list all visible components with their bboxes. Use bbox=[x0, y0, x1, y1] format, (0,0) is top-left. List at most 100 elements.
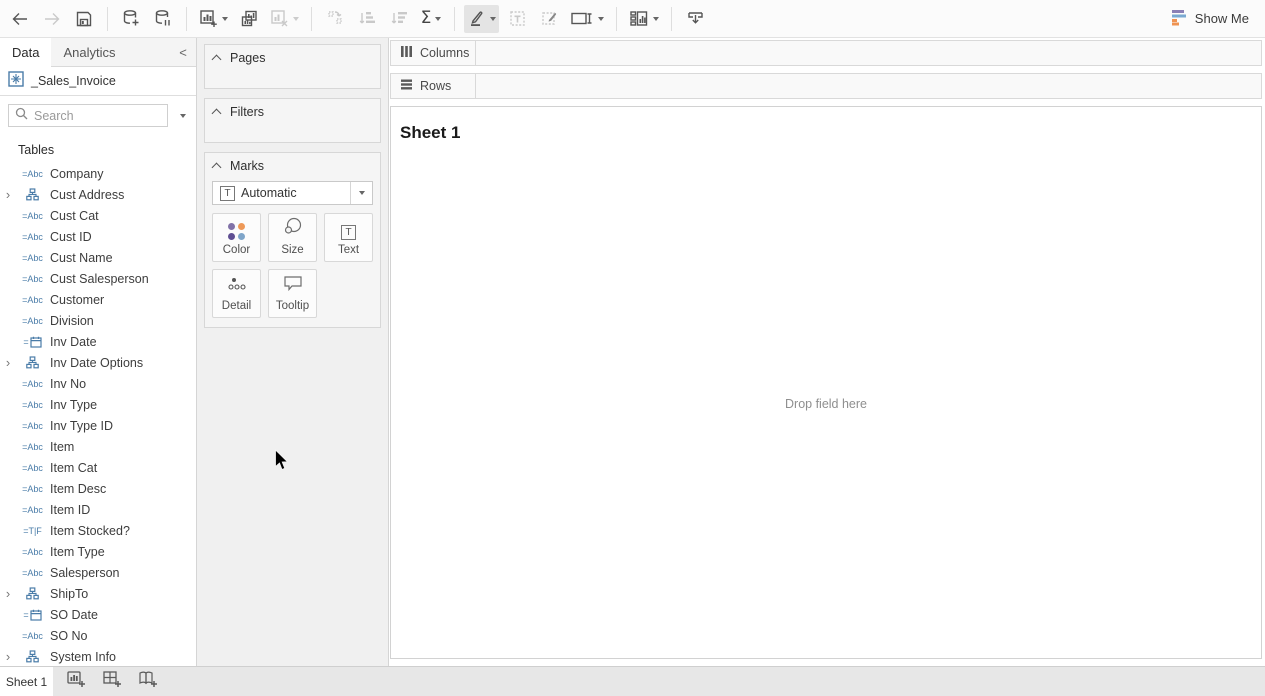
collapse-arrow-icon[interactable] bbox=[213, 108, 222, 117]
tab-analytics[interactable]: Analytics bbox=[51, 38, 170, 67]
show-mark-labels-button[interactable] bbox=[503, 5, 531, 33]
redo-button[interactable] bbox=[38, 5, 66, 33]
search-row bbox=[0, 96, 196, 131]
fix-axes-button[interactable] bbox=[535, 5, 563, 33]
sheet-canvas[interactable]: Sheet 1 Drop field here bbox=[390, 106, 1262, 659]
field-inv-date-options[interactable]: ›Inv Date Options bbox=[0, 352, 196, 373]
field-item-id[interactable]: =AbcItem ID bbox=[0, 499, 196, 520]
pause-auto-updates-button[interactable] bbox=[149, 5, 177, 33]
search-input[interactable] bbox=[34, 109, 144, 123]
field-inv-type[interactable]: =AbcInv Type bbox=[0, 394, 196, 415]
abc-field-icon: =Abc bbox=[16, 421, 49, 431]
sheet-title: Sheet 1 bbox=[391, 107, 1261, 143]
new-worksheet-button[interactable] bbox=[196, 5, 231, 33]
new-worksheet-tab-button[interactable] bbox=[61, 667, 91, 696]
field-item[interactable]: =AbcItem bbox=[0, 436, 196, 457]
show-hide-cards-button[interactable] bbox=[626, 5, 662, 33]
new-story-button[interactable] bbox=[133, 667, 163, 696]
totals-button[interactable]: Σ bbox=[417, 5, 445, 33]
expand-chevron-icon[interactable]: › bbox=[0, 650, 16, 663]
field-inv-type-id[interactable]: =AbcInv Type ID bbox=[0, 415, 196, 436]
mark-type-dropdown[interactable]: T Automatic bbox=[212, 181, 373, 205]
abc-field-icon: =Abc bbox=[16, 274, 49, 284]
detail-button[interactable]: Detail bbox=[212, 269, 261, 318]
field-item-type[interactable]: =AbcItem Type bbox=[0, 541, 196, 562]
swap-rows-columns-button[interactable] bbox=[321, 5, 349, 33]
abc-field-icon: =Abc bbox=[16, 484, 49, 494]
sort-ascending-button[interactable] bbox=[353, 5, 381, 33]
search-box[interactable] bbox=[8, 104, 168, 127]
field-division[interactable]: =AbcDivision bbox=[0, 310, 196, 331]
expand-chevron-icon[interactable]: › bbox=[0, 587, 16, 600]
field-inv-no[interactable]: =AbcInv No bbox=[0, 373, 196, 394]
abc-field-icon: =Abc bbox=[16, 463, 49, 473]
datasource-name: _Sales_Invoice bbox=[31, 74, 116, 88]
detail-button-label: Detail bbox=[222, 300, 251, 312]
field-cust-cat[interactable]: =AbcCust Cat bbox=[0, 205, 196, 226]
fix-axes-icon bbox=[540, 9, 559, 28]
search-icon bbox=[15, 107, 28, 125]
toolbar-separator bbox=[616, 7, 617, 31]
size-button[interactable]: Size bbox=[268, 213, 317, 262]
mark-type-value: Automatic bbox=[241, 186, 297, 200]
fields-list: =AbcCompany›Cust Address=AbcCust Cat=Abc… bbox=[0, 163, 196, 666]
collapse-arrow-icon[interactable] bbox=[213, 162, 222, 171]
expand-chevron-icon[interactable]: › bbox=[0, 356, 16, 369]
new-data-source-button[interactable] bbox=[117, 5, 145, 33]
sort-descending-button[interactable] bbox=[385, 5, 413, 33]
clear-sheet-button[interactable] bbox=[267, 5, 302, 33]
sheet-tab-sheet1[interactable]: Sheet 1 bbox=[0, 667, 53, 696]
collapse-pane-button[interactable]: < bbox=[170, 38, 196, 67]
highlight-button[interactable] bbox=[464, 5, 499, 33]
toolbar: Σ Show Me bbox=[0, 0, 1265, 38]
fit-dropdown-button[interactable] bbox=[567, 5, 607, 33]
collapse-arrow-icon[interactable] bbox=[213, 54, 222, 63]
tab-data[interactable]: Data bbox=[0, 38, 51, 67]
field-so-no[interactable]: =AbcSO No bbox=[0, 625, 196, 646]
new-dashboard-icon bbox=[102, 670, 122, 693]
expand-chevron-icon[interactable]: › bbox=[0, 188, 16, 201]
field-cust-salesperson[interactable]: =AbcCust Salesperson bbox=[0, 268, 196, 289]
rows-shelf-drop-area[interactable] bbox=[476, 74, 1261, 98]
mark-type-caret[interactable] bbox=[350, 182, 372, 204]
field-system-info[interactable]: › System Info bbox=[0, 646, 196, 666]
dropdown-caret-icon bbox=[490, 17, 496, 21]
duplicate-button[interactable] bbox=[235, 5, 263, 33]
abc-field-icon: =Abc bbox=[16, 211, 49, 221]
save-button[interactable] bbox=[70, 5, 98, 33]
hierarchy-field-icon bbox=[16, 188, 49, 201]
columns-shelf-drop-area[interactable] bbox=[476, 41, 1261, 65]
columns-shelf[interactable]: Columns bbox=[390, 40, 1262, 66]
filters-card[interactable]: Filters bbox=[204, 98, 381, 143]
datasource-row[interactable]: _Sales_Invoice bbox=[0, 67, 196, 96]
field-company[interactable]: =AbcCompany bbox=[0, 163, 196, 184]
field-label: Item Cat bbox=[50, 461, 97, 475]
text-button[interactable]: T Text bbox=[324, 213, 373, 262]
field-customer[interactable]: =AbcCustomer bbox=[0, 289, 196, 310]
field-item-stocked[interactable]: =T|FItem Stocked? bbox=[0, 520, 196, 541]
show-me-button[interactable]: Show Me bbox=[1169, 9, 1249, 29]
field-salesperson[interactable]: =AbcSalesperson bbox=[0, 562, 196, 583]
field-cust-id[interactable]: =AbcCust ID bbox=[0, 226, 196, 247]
rows-shelf[interactable]: Rows bbox=[390, 73, 1262, 99]
field-label: Company bbox=[50, 167, 104, 181]
field-item-cat[interactable]: =AbcItem Cat bbox=[0, 457, 196, 478]
pages-card[interactable]: Pages bbox=[204, 44, 381, 89]
color-button[interactable]: Color bbox=[212, 213, 261, 262]
field-cust-address[interactable]: ›Cust Address bbox=[0, 184, 196, 205]
field-so-date[interactable]: =SO Date bbox=[0, 604, 196, 625]
size-button-label: Size bbox=[281, 244, 303, 256]
field-item-desc[interactable]: =AbcItem Desc bbox=[0, 478, 196, 499]
field-shipto[interactable]: ›ShipTo bbox=[0, 583, 196, 604]
undo-button[interactable] bbox=[6, 5, 34, 33]
field-inv-date[interactable]: =Inv Date bbox=[0, 331, 196, 352]
search-options-caret-icon[interactable] bbox=[180, 114, 186, 118]
tooltip-button[interactable]: Tooltip bbox=[268, 269, 317, 318]
share-workbook-button[interactable] bbox=[681, 5, 709, 33]
dropdown-caret-icon bbox=[435, 17, 441, 21]
field-label: System Info bbox=[50, 650, 116, 664]
field-cust-name[interactable]: =AbcCust Name bbox=[0, 247, 196, 268]
field-label: Item bbox=[50, 440, 74, 454]
new-dashboard-button[interactable] bbox=[97, 667, 127, 696]
show-me-icon bbox=[1169, 9, 1188, 29]
